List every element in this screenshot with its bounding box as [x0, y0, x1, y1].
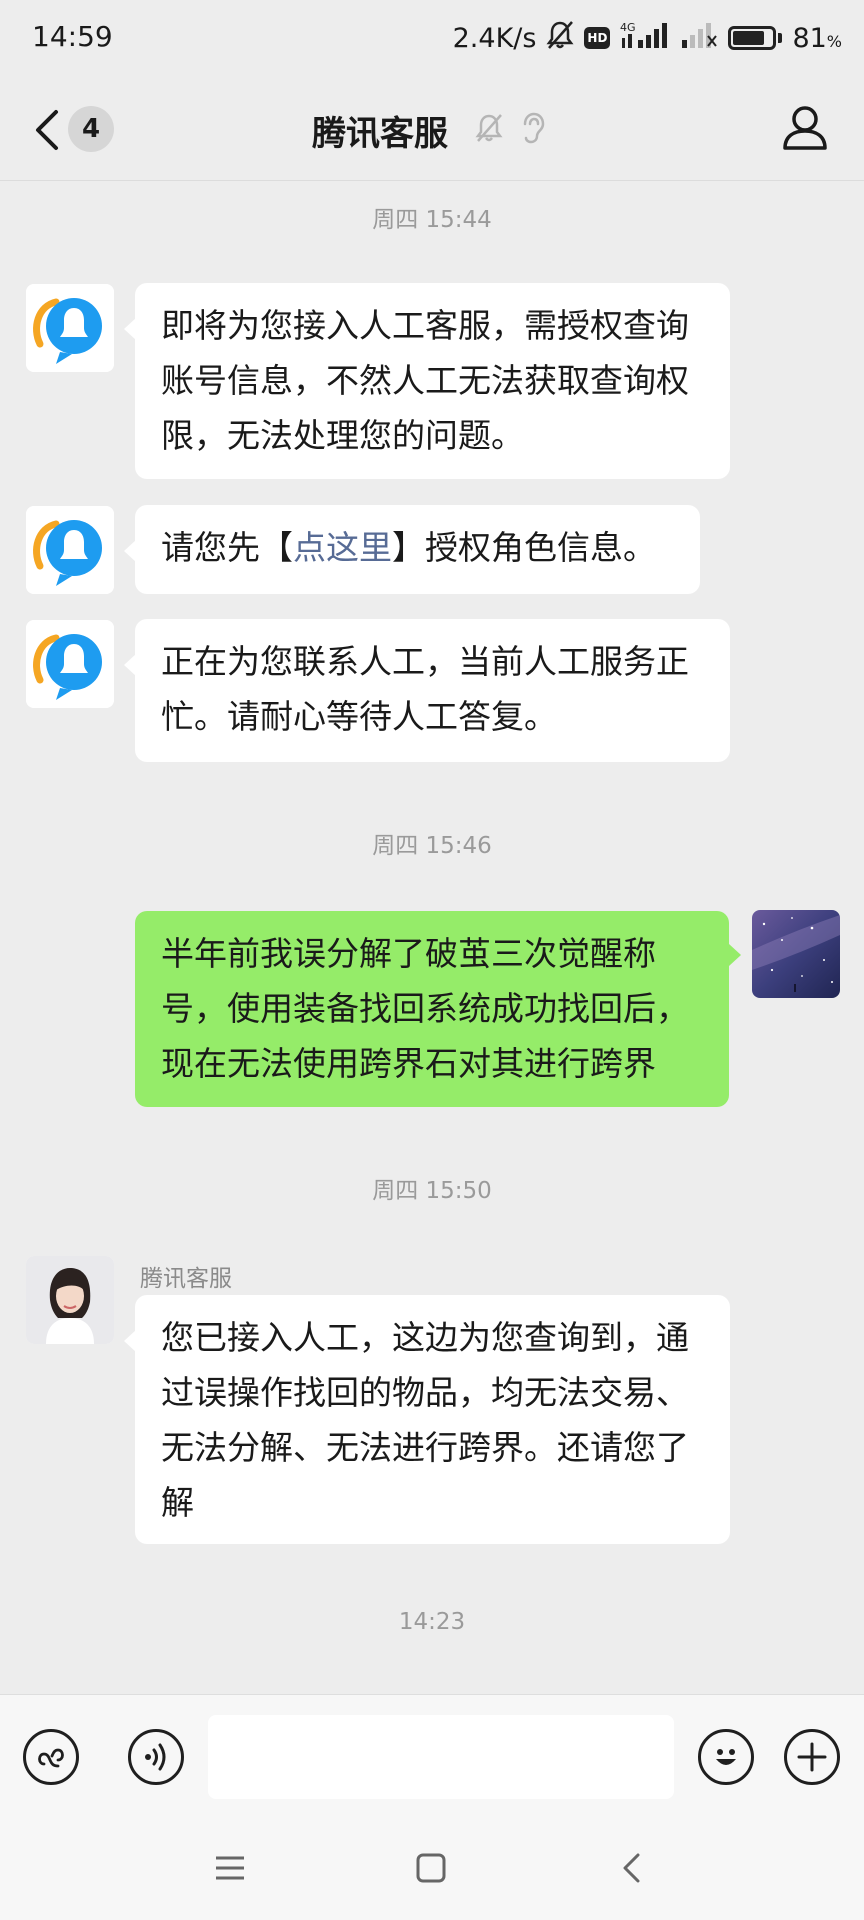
- bell-muted-icon: [474, 112, 504, 148]
- message-text: 】授权角色信息。: [392, 528, 656, 567]
- mini-program-icon[interactable]: [34, 1740, 68, 1774]
- emoji-button[interactable]: [698, 1729, 754, 1785]
- header-divider: [0, 180, 864, 181]
- home-nav-button[interactable]: [407, 1844, 455, 1892]
- message-timestamp: 周四 15:50: [372, 1178, 492, 1204]
- message-input[interactable]: [208, 1715, 674, 1799]
- back-nav-icon[interactable]: [617, 1851, 647, 1885]
- message-bubble[interactable]: 请您先【点这里】授权角色信息。: [135, 505, 700, 594]
- starry-sky-avatar-image: [752, 910, 840, 998]
- profile-button[interactable]: [780, 102, 830, 152]
- signal-icon: 4G: [620, 20, 668, 57]
- back-icon[interactable]: [30, 106, 66, 154]
- chat-header: 4 腾讯客服: [0, 76, 864, 180]
- network-type: 4G: [620, 21, 636, 34]
- status-time: 14:59: [32, 20, 113, 53]
- qq-bot-icon: [26, 506, 114, 594]
- message-timestamp: 周四 15:46: [372, 833, 492, 859]
- input-bar: [0, 1694, 864, 1815]
- bot-avatar[interactable]: [26, 506, 114, 594]
- menu-nav-button[interactable]: [206, 1844, 254, 1892]
- sender-name: 腾讯客服: [140, 1266, 232, 1292]
- ear-icon: [520, 112, 546, 148]
- bubble-tail: [729, 944, 741, 966]
- agent-photo-image: [26, 1256, 114, 1344]
- network-speed: 2.4K/s: [452, 22, 537, 54]
- back-button[interactable]: [30, 106, 66, 154]
- battery-percent: 81%: [792, 22, 842, 54]
- voice-icon[interactable]: [139, 1740, 173, 1774]
- unread-count-badge[interactable]: 4: [68, 106, 114, 152]
- back-nav-button[interactable]: [608, 1844, 656, 1892]
- bot-avatar[interactable]: [26, 284, 114, 372]
- message-timestamp: 周四 15:44: [372, 207, 492, 233]
- agent-avatar[interactable]: [26, 1256, 114, 1344]
- message-timestamp: 14:23: [398, 1609, 466, 1635]
- message-bubble[interactable]: 正在为您联系人工，当前人工服务正忙。请耐心等待人工答复。: [135, 619, 730, 762]
- message-bubble[interactable]: 即将为您接入人工客服，需授权查询账号信息，不然人工无法获取查询权限，无法处理您的…: [135, 283, 730, 479]
- status-icons: 2.4K/s HD 4G 81%: [453, 18, 842, 58]
- sent-message-bubble[interactable]: 半年前我误分解了破茧三次觉醒称号，使用装备找回系统成功找回后，现在无法使用跨界石…: [135, 911, 729, 1107]
- plus-icon[interactable]: [795, 1740, 829, 1774]
- authorize-link[interactable]: 点这里: [293, 528, 392, 567]
- more-button[interactable]: [784, 1729, 840, 1785]
- status-bar: 14:59 2.4K/s HD 4G 81%: [0, 0, 864, 76]
- home-icon[interactable]: [414, 1851, 448, 1885]
- bell-muted-icon: [546, 20, 574, 57]
- voice-button[interactable]: [128, 1729, 184, 1785]
- qq-bot-icon: [26, 620, 114, 708]
- menu-icon[interactable]: [213, 1853, 247, 1883]
- mini-program-button[interactable]: [23, 1729, 79, 1785]
- qq-bot-icon: [26, 284, 114, 372]
- system-nav-bar: [0, 1814, 864, 1920]
- user-avatar[interactable]: [752, 910, 840, 998]
- emoji-icon[interactable]: [706, 1737, 746, 1777]
- bot-avatar[interactable]: [26, 620, 114, 708]
- message-bubble[interactable]: 您已接入人工，这边为您查询到，通过误操作找回的物品，均无法交易、无法分解、无法进…: [135, 1295, 730, 1544]
- chat-title: 腾讯客服: [312, 114, 448, 154]
- signal-weak-icon: [678, 20, 718, 57]
- message-text: 请您先【: [161, 528, 293, 567]
- battery-icon: [728, 26, 783, 50]
- profile-icon[interactable]: [780, 102, 830, 152]
- hd-icon: HD: [584, 27, 611, 49]
